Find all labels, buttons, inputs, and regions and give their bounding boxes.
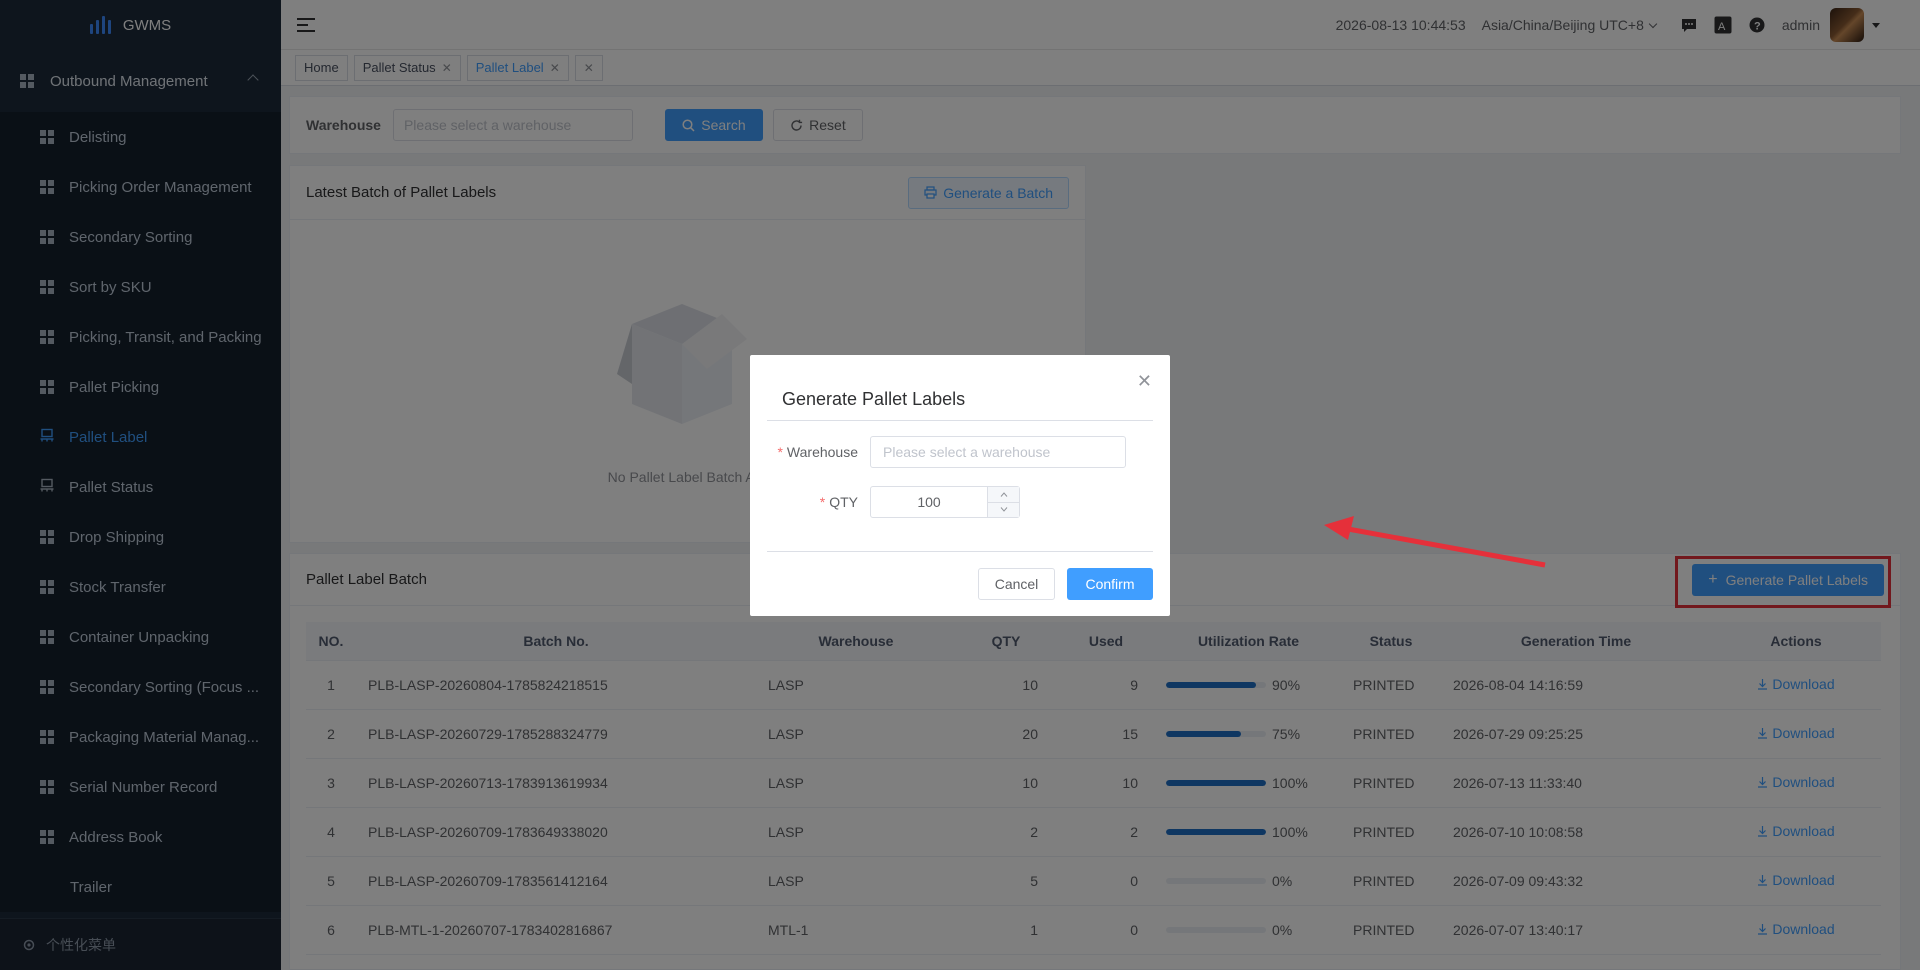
close-icon[interactable]: ✕ — [1137, 371, 1152, 392]
divider — [767, 551, 1153, 552]
qty-field-label: * QTY — [819, 494, 858, 510]
generate-pallet-labels-dialog: ✕ Generate Pallet Labels * Warehouse Plea… — [750, 355, 1170, 616]
warehouse-select-placeholder: Please select a warehouse — [883, 444, 1051, 460]
qty-label-text: QTY — [829, 494, 858, 510]
chevron-down-icon — [1000, 507, 1007, 513]
qty-stepper[interactable]: 100 — [870, 486, 1020, 518]
warehouse-field-label: * Warehouse — [777, 444, 858, 460]
warehouse-label-text: Warehouse — [786, 444, 858, 460]
chevron-up-icon — [1000, 491, 1007, 497]
increase-button[interactable] — [988, 487, 1019, 502]
divider — [767, 420, 1153, 421]
confirm-button[interactable]: Confirm — [1067, 568, 1153, 600]
dialog-title: Generate Pallet Labels — [782, 389, 966, 409]
qty-input[interactable]: 100 — [871, 487, 987, 517]
decrease-button[interactable] — [988, 501, 1019, 517]
annotation-arrow — [1324, 516, 1546, 568]
warehouse-select[interactable]: Please select a warehouse — [870, 436, 1126, 468]
cancel-button[interactable]: Cancel — [978, 568, 1055, 600]
